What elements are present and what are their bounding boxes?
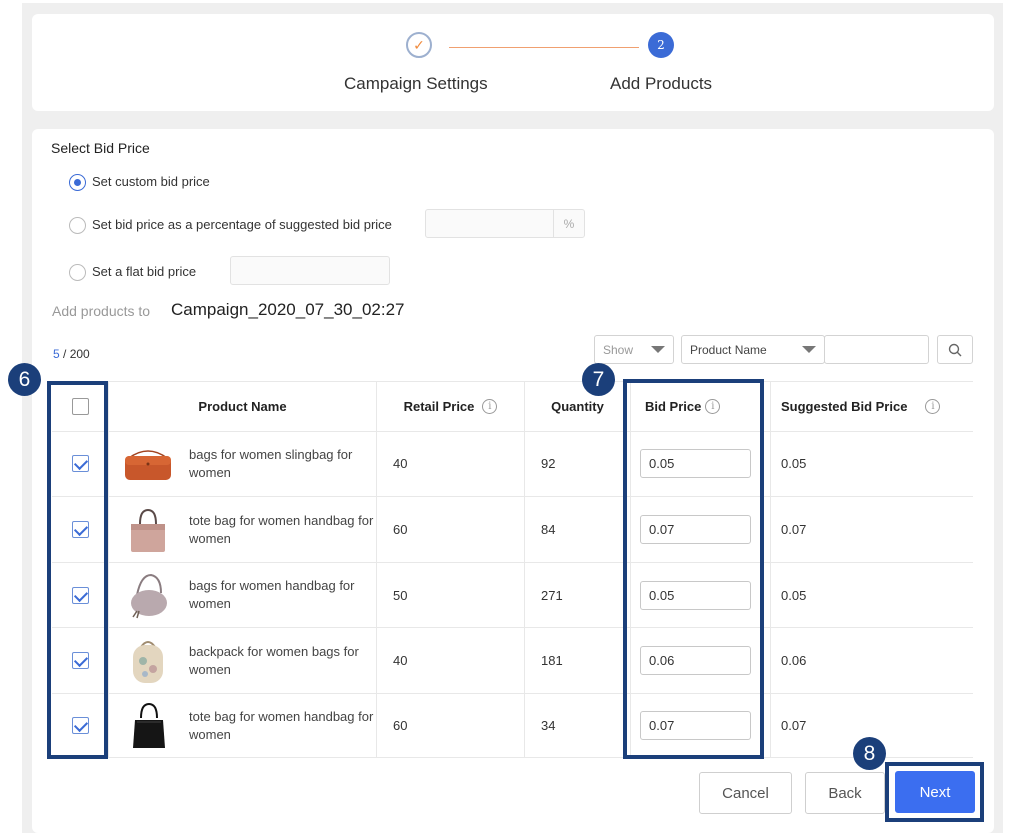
step-1-check-icon: ✓ (406, 32, 432, 58)
header-product-name: Product Name (109, 382, 377, 431)
quantity: 181 (525, 628, 631, 693)
search-icon (948, 343, 962, 356)
suggested-bid-price: 0.06 (781, 653, 807, 668)
quantity: 271 (525, 563, 631, 627)
field-dropdown[interactable]: Product Name (681, 335, 825, 364)
retail-price: 60 (377, 497, 525, 562)
table-header: Product Name Retail Price i Quantity Bid … (52, 382, 973, 432)
back-button[interactable]: Back (805, 772, 885, 814)
bid-section-title: Select Bid Price (51, 140, 150, 156)
search-button[interactable] (937, 335, 973, 364)
header-suggested-bid-price-label: Suggested Bid Price (781, 399, 908, 414)
steps-card: ✓ 2 Campaign Settings Add Products (32, 14, 994, 111)
header-retail-price-label: Retail Price (403, 399, 475, 414)
callout-next-button-frame (885, 762, 984, 822)
retail-price: 50 (377, 563, 525, 627)
search-input[interactable] (824, 335, 929, 364)
header-suggested-bid-price: Suggested Bid Price i (771, 382, 973, 431)
black-bucket-bag-icon (133, 702, 165, 748)
table-row: bags for women slingbag for women 40 92 … (52, 431, 973, 497)
add-products-prefix: Add products to (52, 303, 151, 319)
callout-badge-6: 6 (8, 363, 41, 396)
quantity: 34 (525, 694, 631, 757)
grey-hobo-icon (131, 573, 167, 619)
radio-custom-bid-label: Set custom bid price (92, 174, 210, 189)
radio-custom-bid[interactable] (69, 174, 86, 191)
product-name[interactable]: tote bag for women handbag for women (189, 512, 374, 548)
campaign-name: Campaign_2020_07_30_02:27 (171, 300, 405, 319)
header-quantity: Quantity (525, 382, 631, 431)
show-dropdown-label: Show (603, 342, 634, 357)
flat-bid-input[interactable] (230, 256, 390, 285)
info-icon[interactable]: i (482, 399, 498, 414)
info-icon[interactable]: i (925, 399, 941, 414)
total-count: / 200 (59, 347, 90, 361)
field-dropdown-label: Product Name (690, 342, 767, 357)
show-dropdown[interactable]: Show (594, 335, 674, 364)
step-connector (449, 47, 639, 48)
selected-count-value: 5 (53, 347, 60, 361)
products-table: Product Name Retail Price i Quantity Bid … (52, 381, 973, 432)
callout-badge-7: 7 (582, 363, 615, 396)
quantity: 84 (525, 497, 631, 562)
retail-price: 60 (377, 694, 525, 757)
header-retail-price: Retail Price i (377, 382, 525, 431)
selected-count: 5 / 200 (53, 347, 90, 361)
step-2-label: Add Products (610, 74, 713, 93)
retail-price: 40 (377, 431, 525, 496)
chevron-down-icon (802, 346, 816, 353)
product-name[interactable]: tote bag for women handbag for women (189, 708, 374, 744)
floral-backpack-icon (133, 640, 163, 683)
radio-percentage-bid[interactable] (69, 217, 86, 234)
step-1-label: Campaign Settings (344, 74, 488, 93)
table-row: backpack for women bags for women 40 181… (52, 628, 973, 694)
table-row: tote bag for women handbag for women 60 … (52, 497, 973, 563)
suggested-bid-price: 0.07 (781, 522, 807, 537)
orange-slingbag-icon (125, 449, 171, 480)
callout-badge-8: 8 (853, 737, 886, 770)
radio-percentage-bid-label: Set bid price as a percentage of suggest… (92, 217, 392, 232)
product-name[interactable]: backpack for women bags for women (189, 643, 374, 679)
radio-flat-bid-label: Set a flat bid price (92, 264, 197, 279)
product-name[interactable]: bags for women slingbag for women (189, 446, 374, 482)
step-2-number: 2 (648, 32, 674, 58)
suggested-bid-price: 0.05 (781, 587, 807, 603)
chevron-down-icon (651, 346, 665, 353)
quantity: 92 (525, 431, 631, 496)
percent-suffix: % (553, 210, 584, 237)
suggested-bid-price: 0.05 (781, 456, 807, 471)
table-row: tote bag for women handbag for women 60 … (52, 694, 973, 758)
cancel-button[interactable]: Cancel (699, 772, 792, 814)
pink-tote-icon (131, 508, 165, 552)
percentage-input[interactable]: % (425, 209, 585, 238)
retail-price: 40 (377, 628, 525, 693)
callout-checkbox-column-frame (47, 381, 108, 759)
callout-bid-column-frame (623, 379, 764, 759)
radio-flat-bid[interactable] (69, 264, 86, 281)
product-name[interactable]: bags for women handbag for women (189, 577, 374, 613)
table-row: bags for women handbag for women 50 271 … (52, 563, 973, 628)
